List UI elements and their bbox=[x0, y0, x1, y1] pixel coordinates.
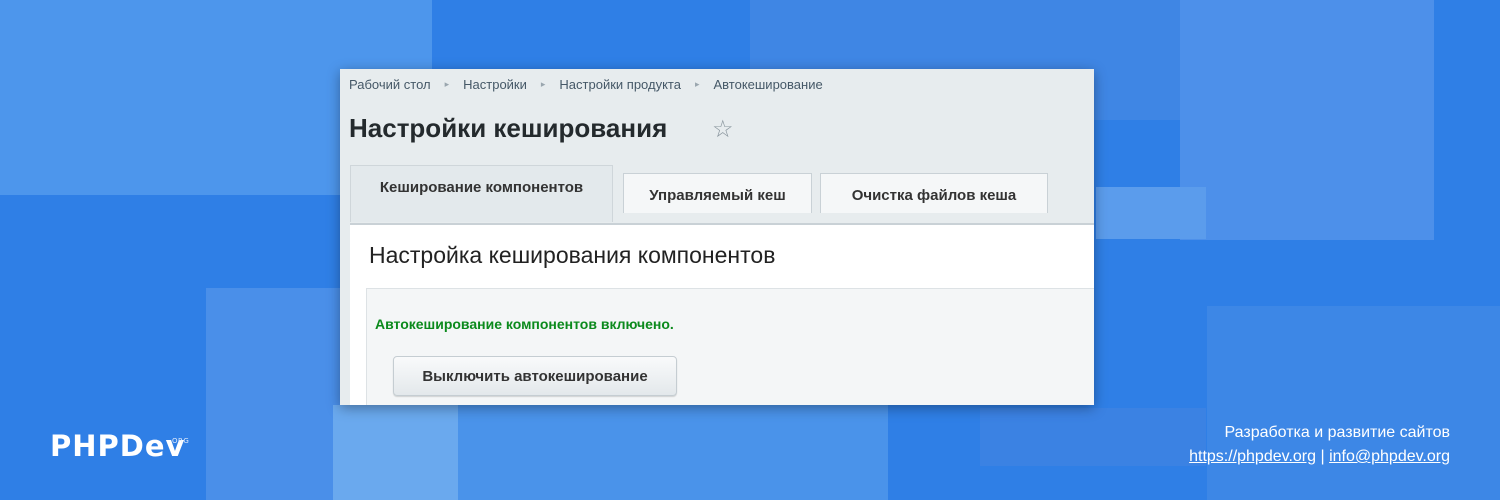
footer-divider: | bbox=[1320, 448, 1325, 465]
breadcrumb-item-autocaching[interactable]: Автокеширование bbox=[713, 77, 822, 92]
tab-managed-cache[interactable]: Управляемый кеш bbox=[623, 173, 812, 213]
site-link[interactable]: https://phpdev.org bbox=[1189, 448, 1316, 465]
tab-component-caching[interactable]: Кеширование компонентов bbox=[350, 165, 613, 222]
breadcrumb-item-desktop[interactable]: Рабочий стол bbox=[349, 77, 431, 92]
logo-suffix: ORG bbox=[172, 437, 190, 445]
autocache-status-message: Автокеширование компонентов включено. bbox=[375, 316, 674, 332]
background-square bbox=[1180, 0, 1434, 240]
background-square bbox=[980, 408, 1206, 466]
tab-clear-cache-files[interactable]: Очистка файлов кеша bbox=[820, 173, 1048, 213]
breadcrumb-separator-icon: ▸ bbox=[694, 79, 700, 89]
phpdev-logo: PHPDev ORG bbox=[50, 429, 189, 463]
breadcrumb: Рабочий стол ▸ Настройки ▸ Настройки про… bbox=[349, 77, 823, 92]
breadcrumb-item-product-settings[interactable]: Настройки продукта bbox=[559, 77, 681, 92]
background-square bbox=[333, 405, 459, 500]
footer-links: https://phpdev.org | info@phpdev.org bbox=[1189, 445, 1450, 469]
background-square bbox=[458, 405, 888, 500]
disable-autocache-button[interactable]: Выключить автокеширование bbox=[393, 356, 677, 396]
breadcrumb-item-settings[interactable]: Настройки bbox=[463, 77, 527, 92]
logo-text: PHPDev bbox=[50, 429, 186, 463]
tab-bar: Кеширование компонентов Управляемый кеш … bbox=[350, 165, 1094, 225]
page-title: Настройки кеширования bbox=[349, 113, 668, 143]
breadcrumb-separator-icon: ▸ bbox=[444, 79, 450, 89]
background-square bbox=[1096, 187, 1206, 239]
breadcrumb-separator-icon: ▸ bbox=[540, 79, 546, 89]
email-link[interactable]: info@phpdev.org bbox=[1329, 448, 1450, 465]
background-square bbox=[1207, 306, 1500, 500]
section-title: Настройка кеширования компонентов bbox=[369, 242, 776, 268]
footer-tagline: Разработка и развитие сайтов bbox=[1224, 424, 1451, 441]
footer-contacts: Разработка и развитие сайтов https://php… bbox=[1189, 421, 1450, 469]
admin-screenshot-window: Рабочий стол ▸ Настройки ▸ Настройки про… bbox=[340, 69, 1094, 405]
favorite-star-icon[interactable]: ☆ bbox=[712, 116, 734, 144]
